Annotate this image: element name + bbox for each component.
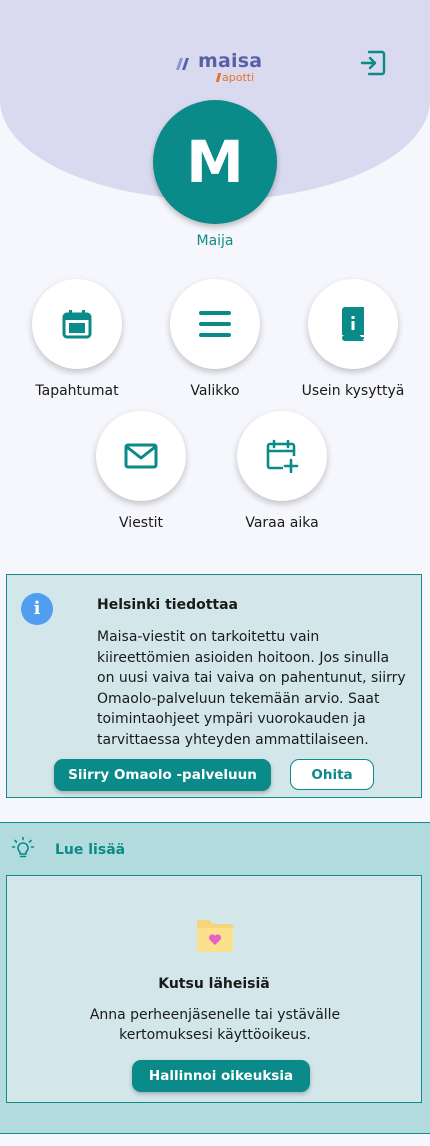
notice-panel: i Helsinki tiedottaa Maisa-viestit on ta… bbox=[6, 574, 422, 798]
nav-faq-circle[interactable] bbox=[308, 279, 398, 369]
notice-title: Helsinki tiedottaa bbox=[97, 597, 238, 613]
invite-title: Kutsu läheisiä bbox=[158, 976, 270, 992]
nav-events-label: Tapahtumat bbox=[35, 383, 119, 399]
notice-body: Maisa-viestit on tarkoitettu vain kiiree… bbox=[97, 629, 406, 748]
manage-rights-button[interactable]: Hallinnoi oikeuksia bbox=[132, 1060, 310, 1092]
invite-text: Anna perheenjäsenelle tai ystävälle kert… bbox=[89, 1007, 341, 1043]
nav-messages-label: Viestit bbox=[119, 515, 163, 531]
calendar-icon bbox=[62, 310, 92, 339]
folder-heart-icon bbox=[197, 920, 233, 952]
nav-menu-circle[interactable] bbox=[170, 279, 260, 369]
nav-faq[interactable]: Usein kysyttyä bbox=[288, 279, 418, 399]
omaolo-button[interactable]: Siirry Omaolo -palveluun bbox=[54, 759, 271, 791]
read-more-section: Lue lisää Kutsu läheisiä Anna perheenjäs… bbox=[0, 822, 430, 1134]
maisa-logo: maisa apotti bbox=[174, 50, 264, 86]
read-more-title[interactable]: Lue lisää bbox=[55, 842, 125, 858]
envelope-icon bbox=[124, 443, 158, 469]
lightbulb-icon bbox=[12, 837, 34, 858]
nav-messages[interactable]: Viestit bbox=[76, 411, 206, 531]
nav-messages-circle[interactable] bbox=[96, 411, 186, 501]
logout-icon[interactable] bbox=[358, 48, 388, 78]
logo-sub: apotti bbox=[222, 71, 255, 84]
nav-book-appointment-circle[interactable] bbox=[237, 411, 327, 501]
nav-events-circle[interactable] bbox=[32, 279, 122, 369]
faq-book-icon bbox=[342, 307, 364, 341]
nav-book-appointment-label: Varaa aika bbox=[245, 515, 319, 531]
nav-events[interactable]: Tapahtumat bbox=[12, 279, 142, 399]
apotti-mark bbox=[215, 73, 222, 82]
menu-icon bbox=[199, 311, 231, 337]
avatar[interactable]: M bbox=[153, 100, 277, 224]
nav-menu-label: Valikko bbox=[190, 383, 240, 399]
skip-button[interactable]: Ohita bbox=[290, 759, 374, 790]
maisa-logo-mark bbox=[176, 58, 189, 70]
user-name: Maija bbox=[196, 233, 234, 249]
nav-book-appointment[interactable]: Varaa aika bbox=[217, 411, 347, 531]
calendar-add-icon bbox=[266, 439, 299, 473]
nav-faq-label: Usein kysyttyä bbox=[301, 383, 405, 399]
logo-name: maisa bbox=[198, 50, 263, 72]
info-icon: i bbox=[21, 593, 53, 625]
nav-menu[interactable]: Valikko bbox=[150, 279, 280, 399]
invite-card: Kutsu läheisiä Anna perheenjäsenelle tai… bbox=[6, 875, 422, 1103]
